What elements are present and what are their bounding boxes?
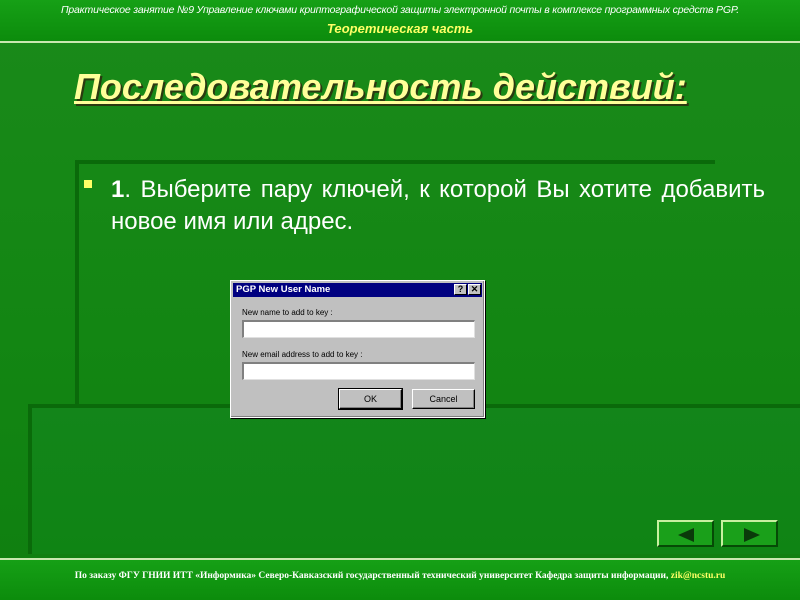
- pgp-new-user-name-dialog: PGP New User Name ? ✕ New name to add to…: [230, 280, 485, 418]
- frame-divider-top: [75, 160, 715, 164]
- next-slide-button[interactable]: [721, 520, 778, 547]
- help-button[interactable]: ?: [454, 284, 467, 295]
- bullet-square-icon: [84, 180, 92, 188]
- footer-credits: По заказу ФГУ ГНИИ ИТТ «Информика» Север…: [0, 571, 800, 581]
- step-text: 1. Выберите пару ключей, к которой Вы хо…: [111, 174, 765, 238]
- dialog-titlebar[interactable]: PGP New User Name ? ✕: [233, 283, 482, 297]
- step-description: . Выберите пару ключей, к которой Вы хот…: [111, 176, 765, 235]
- ok-button[interactable]: OK: [338, 388, 403, 410]
- lesson-subject: Практическое занятие №9 Управление ключа…: [60, 4, 739, 16]
- frame-divider-left: [75, 160, 79, 410]
- new-name-input[interactable]: [242, 320, 475, 338]
- new-email-label: New email address to add to key :: [242, 350, 363, 359]
- slide-title: Последовательность действий:: [74, 66, 687, 107]
- arrow-left-icon: [678, 528, 694, 542]
- new-name-label: New name to add to key :: [242, 308, 333, 317]
- close-button[interactable]: ✕: [468, 284, 481, 295]
- step-number: 1: [111, 176, 125, 203]
- slide-header: Практическое занятие №9 Управление ключа…: [0, 0, 800, 43]
- arrow-right-icon: [744, 528, 760, 542]
- footer-email-link[interactable]: zik@ncstu.ru: [671, 571, 726, 581]
- cancel-button[interactable]: Cancel: [412, 389, 475, 409]
- footer-text: По заказу ФГУ ГНИИ ИТТ «Информика» Север…: [74, 571, 669, 581]
- previous-slide-button[interactable]: [657, 520, 714, 547]
- slide-footer: По заказу ФГУ ГНИИ ИТТ «Информика» Север…: [0, 558, 800, 600]
- dialog-title: PGP New User Name: [236, 284, 331, 295]
- lesson-part: Теоретическая часть: [326, 21, 474, 36]
- new-email-input[interactable]: [242, 362, 475, 380]
